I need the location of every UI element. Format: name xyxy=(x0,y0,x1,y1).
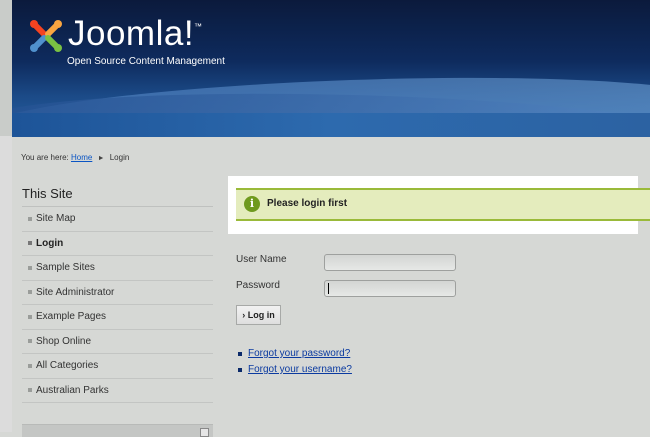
bullet-icon xyxy=(238,352,242,356)
login-button-arrow-icon: › xyxy=(242,310,246,320)
sidebar-item-label: Sample Sites xyxy=(36,262,95,274)
password-input[interactable] xyxy=(324,280,456,297)
username-label: User Name xyxy=(236,254,287,265)
bullet-icon xyxy=(28,241,32,246)
bullet-icon xyxy=(28,290,32,295)
text-caret xyxy=(328,283,329,294)
sidebar-item-label: Shop Online xyxy=(36,335,92,347)
bullet-icon xyxy=(28,363,32,368)
sidebar-item-all-categories[interactable]: All Categories xyxy=(22,354,213,379)
sidebar-item-label: Australian Parks xyxy=(36,384,109,396)
sidebar-item-sample-sites[interactable]: Sample Sites xyxy=(22,256,213,281)
sidebar-item-example-pages[interactable]: Example Pages xyxy=(22,305,213,330)
system-message: i Please login first xyxy=(236,188,650,221)
bullet-icon xyxy=(28,388,32,393)
logo-wordmark[interactable]: Joomla! xyxy=(68,14,194,54)
breadcrumb-prefix: You are here: xyxy=(21,153,69,162)
bullet-icon xyxy=(28,216,32,221)
left-edge-strip xyxy=(0,0,12,432)
forgot-username-link[interactable]: Forgot your username? xyxy=(248,363,352,377)
info-icon: i xyxy=(244,196,260,212)
site-tagline: Open Source Content Management xyxy=(67,56,225,67)
sidebar-item-login[interactable]: Login xyxy=(22,232,213,256)
sidebar-menu: This Site Site Map Login Sample Sites Si… xyxy=(22,186,213,403)
logo-trademark: ™ xyxy=(194,22,202,31)
sidebar-item-label: Site Map xyxy=(36,213,76,225)
help-links: Forgot your password? Forgot your userna… xyxy=(238,346,352,378)
collapse-toggle-icon[interactable] xyxy=(200,428,209,437)
password-label: Password xyxy=(236,280,280,291)
bullet-icon xyxy=(28,339,32,344)
username-input[interactable] xyxy=(324,254,456,271)
breadcrumb-separator-icon: ► xyxy=(97,155,105,162)
header-bottom-band xyxy=(12,113,650,137)
bullet-icon xyxy=(238,368,242,372)
sidebar-item-label: Example Pages xyxy=(36,311,107,323)
message-text: Please login first xyxy=(267,198,348,209)
sidebar-item-shop-online[interactable]: Shop Online xyxy=(22,330,213,354)
bullet-icon xyxy=(28,314,32,319)
sidebar-item-site-map[interactable]: Site Map xyxy=(22,207,213,232)
sidebar-item-site-administrator[interactable]: Site Administrator xyxy=(22,281,213,305)
bullet-icon xyxy=(28,265,32,270)
sidebar-list: Site Map Login Sample Sites Site Adminis… xyxy=(22,207,213,403)
sidebar-title: This Site xyxy=(22,186,213,207)
forgot-password-link[interactable]: Forgot your password? xyxy=(248,347,350,361)
site-header: Joomla! ™ Open Source Content Management xyxy=(12,0,650,137)
breadcrumb-current: Login xyxy=(109,153,130,162)
sidebar-item-label: All Categories xyxy=(36,360,99,372)
list-item: Forgot your password? xyxy=(238,346,352,362)
breadcrumb: You are here: Home ► Login xyxy=(21,153,129,162)
sidebar-item-australian-parks[interactable]: Australian Parks xyxy=(22,379,213,403)
sidebar-item-label: Site Administrator xyxy=(36,286,115,298)
login-button-label: Log in xyxy=(247,310,275,320)
list-item: Forgot your username? xyxy=(238,362,352,378)
sidebar-next-module xyxy=(22,424,213,437)
joomla-logo-icon[interactable] xyxy=(28,18,64,54)
breadcrumb-home-link[interactable]: Home xyxy=(71,153,92,162)
sidebar-item-label: Login xyxy=(36,237,64,249)
login-button[interactable]: › Log in xyxy=(236,305,281,325)
